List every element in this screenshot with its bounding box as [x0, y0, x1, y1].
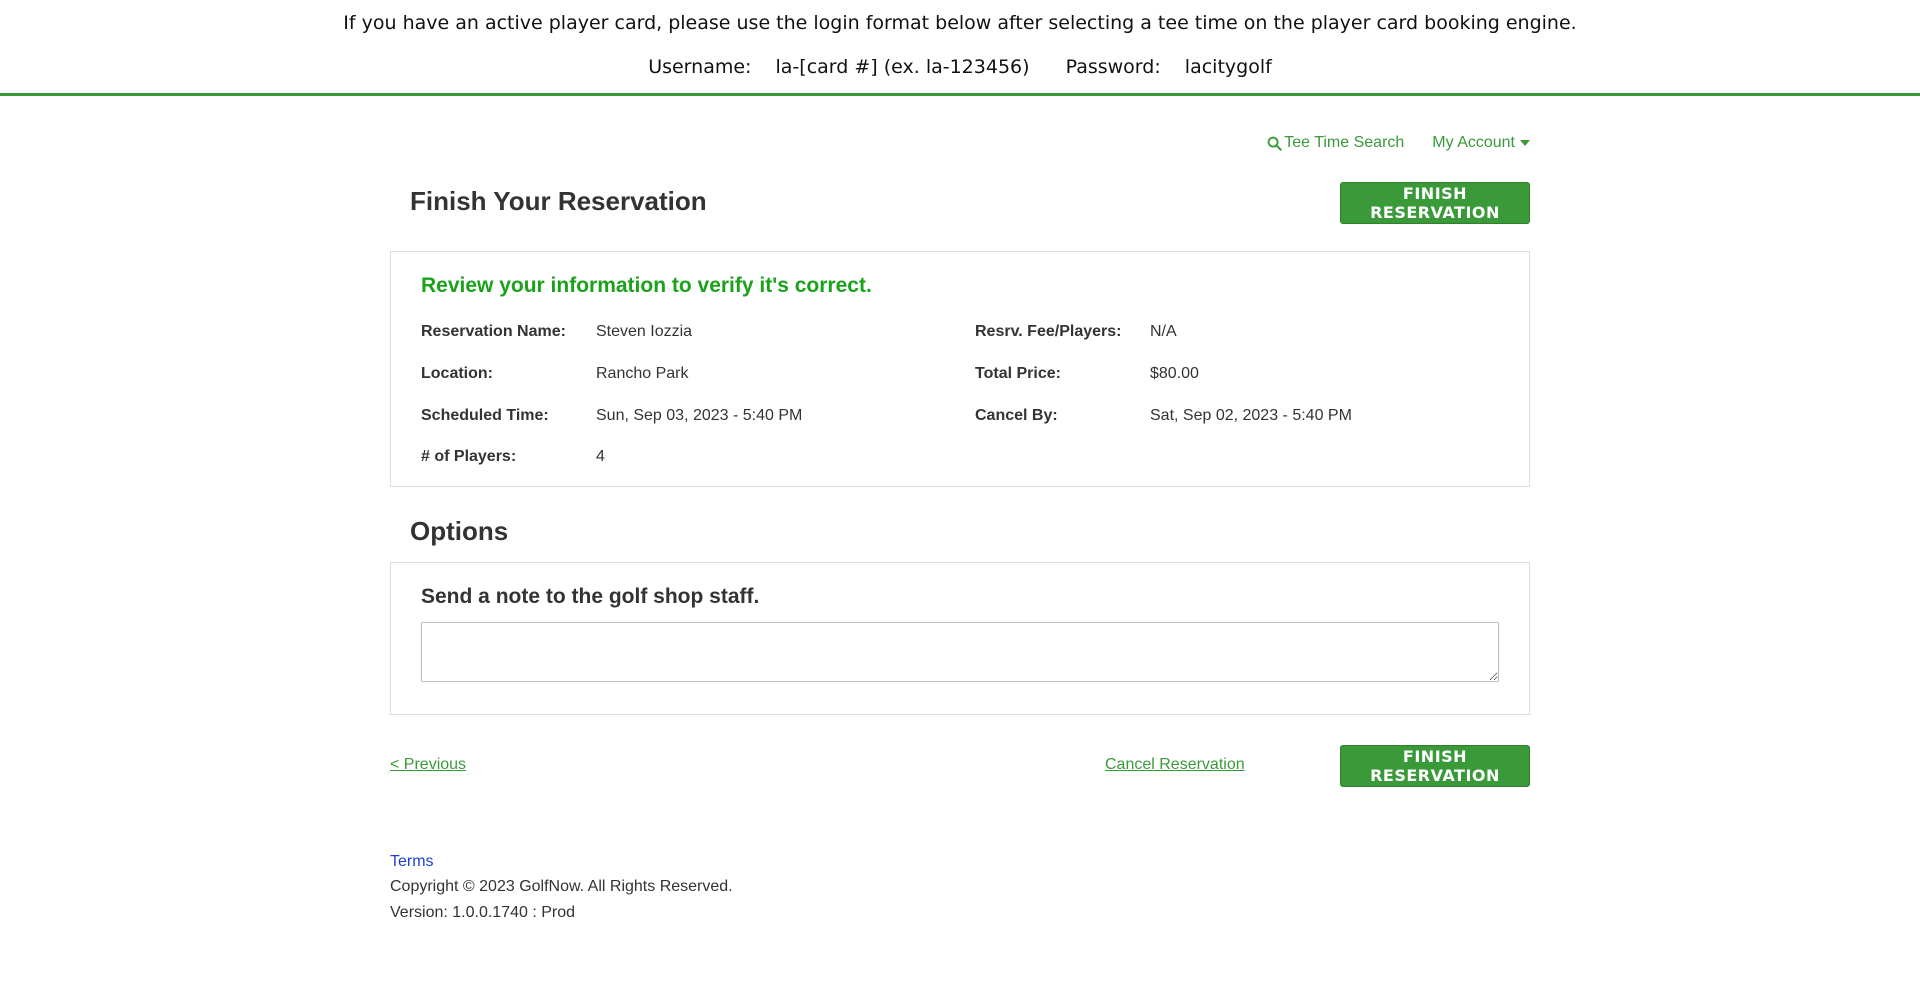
tee-time-search-label: Tee Time Search [1284, 134, 1405, 151]
player-card-banner: If you have an active player card, pleas… [0, 0, 1920, 96]
scheduled-time-value: Sun, Sep 03, 2023 - 5:40 PM [596, 407, 803, 424]
my-account-dropdown[interactable]: My Account [1432, 134, 1530, 152]
total-price-value: $80.00 [1150, 365, 1199, 382]
location-label: Location: [421, 365, 493, 382]
reservation-fee-value: N/A [1150, 323, 1177, 340]
password-value: lacitygolf [1184, 56, 1272, 78]
cancel-reservation-link[interactable]: Cancel Reservation [1105, 756, 1245, 774]
options-panel: Send a note to the golf shop staff. [390, 562, 1530, 715]
finish-reservation-button-bottom[interactable]: FINISH RESERVATION [1340, 745, 1530, 787]
copyright-text: Copyright © 2023 GolfNow. All Rights Res… [390, 878, 733, 895]
banner-credentials: Username: la-[card #] (ex. la-123456) Pa… [0, 56, 1920, 78]
note-textarea[interactable] [421, 622, 1499, 682]
banner-notice: If you have an active player card, pleas… [343, 12, 1577, 34]
version-text: Version: 1.0.0.1740 : Prod [390, 904, 576, 921]
username-label: Username: [648, 56, 752, 78]
reservation-fee-label: Resrv. Fee/Players: [975, 323, 1122, 340]
previous-link[interactable]: < Previous [390, 756, 466, 774]
options-title: Options [410, 516, 509, 546]
terms-link[interactable]: Terms [390, 853, 434, 871]
note-heading: Send a note to the golf shop staff. [421, 585, 760, 608]
cancel-by-label: Cancel By: [975, 407, 1058, 424]
location-value: Rancho Park [596, 365, 689, 382]
review-heading: Review your information to verify it's c… [421, 274, 872, 297]
caret-down-icon [1520, 140, 1530, 146]
reservation-name-label: Reservation Name: [421, 323, 566, 340]
search-icon [1267, 136, 1282, 151]
page-title: Finish Your Reservation [410, 186, 707, 216]
cancel-by-value: Sat, Sep 02, 2023 - 5:40 PM [1150, 407, 1352, 424]
reservation-name-value: Steven Iozzia [596, 323, 693, 340]
top-nav: Tee Time Search My Account [1267, 134, 1530, 152]
review-panel: Review your information to verify it's c… [390, 251, 1530, 487]
total-price-label: Total Price: [975, 365, 1061, 382]
username-value: la-[card #] (ex. la-123456) [775, 56, 1030, 78]
scheduled-time-label: Scheduled Time: [421, 407, 549, 424]
finish-reservation-button-top[interactable]: FINISH RESERVATION [1340, 182, 1530, 224]
my-account-label: My Account [1432, 134, 1515, 151]
tee-time-search-link[interactable]: Tee Time Search [1267, 134, 1404, 152]
players-label: # of Players: [421, 448, 517, 465]
password-label: Password: [1065, 56, 1161, 78]
players-value: 4 [596, 448, 605, 465]
